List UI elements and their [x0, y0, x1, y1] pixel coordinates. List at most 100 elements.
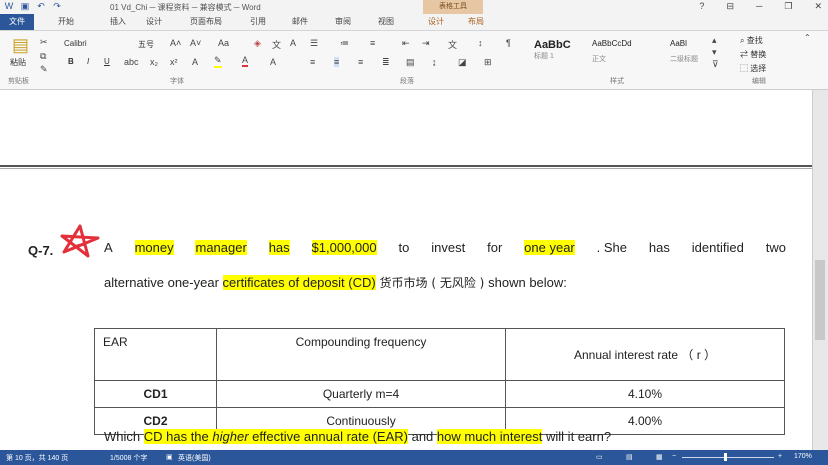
- copy-icon[interactable]: ⧉: [40, 51, 46, 62]
- phonetic-icon[interactable]: 文: [272, 38, 281, 51]
- find-button[interactable]: ⌕ 查找: [740, 35, 763, 46]
- char-border-icon[interactable]: A: [290, 38, 296, 48]
- shrink-font-icon[interactable]: A˅: [190, 38, 201, 48]
- q-word: . She: [596, 240, 628, 255]
- page-count[interactable]: 第 10 页，共 140 页: [6, 453, 68, 463]
- web-layout-icon[interactable]: ▦: [656, 453, 663, 461]
- tab-page-layout[interactable]: 页面布局: [190, 16, 222, 27]
- zoom-out-button[interactable]: −: [672, 453, 676, 460]
- subscript-icon[interactable]: x₂: [150, 57, 158, 67]
- document-page[interactable]: Q-7. A money manager has $1,000,000 to i…: [0, 170, 812, 450]
- char-shading-icon[interactable]: A: [270, 57, 276, 67]
- minimize-button[interactable]: ─: [756, 1, 762, 12]
- zoom-slider-track[interactable]: [682, 457, 774, 458]
- word-count[interactable]: 1/5008 个字: [110, 453, 147, 463]
- q3-text-highlighted: how much interest: [436, 429, 543, 444]
- bullets-icon[interactable]: ☰: [310, 38, 318, 49]
- save-icon[interactable]: ▣: [20, 1, 30, 11]
- question-line-3: Which CD has the higher effective annual…: [104, 429, 611, 444]
- bold-button[interactable]: B: [68, 57, 74, 66]
- clear-format-icon[interactable]: ◈: [254, 38, 261, 49]
- font-color-icon[interactable]: A: [242, 55, 249, 67]
- sort-icon[interactable]: ↕: [478, 38, 483, 48]
- chinese-layout-icon[interactable]: 文: [448, 38, 457, 51]
- style-heading2[interactable]: AaBl 二级标题: [670, 39, 710, 65]
- help-button[interactable]: ?: [699, 1, 704, 12]
- increase-indent-icon[interactable]: ⇥: [422, 38, 430, 49]
- tab-home[interactable]: 开始: [58, 16, 74, 27]
- decrease-indent-icon[interactable]: ⇤: [402, 38, 410, 49]
- close-button[interactable]: ✕: [814, 1, 822, 12]
- read-mode-icon[interactable]: ▭: [596, 453, 603, 461]
- q-word: identified: [691, 240, 744, 255]
- replace-button[interactable]: ⇄ 替换: [740, 49, 766, 60]
- find-icon: ⌕: [740, 36, 745, 45]
- zoom-in-button[interactable]: +: [778, 453, 782, 460]
- proofing-icon[interactable]: ▣: [166, 453, 173, 461]
- previous-page-area: [0, 90, 828, 166]
- undo-icon[interactable]: ↶: [36, 1, 46, 11]
- q-word: two: [765, 240, 786, 255]
- ribbon-display-button[interactable]: ⊟: [726, 1, 734, 12]
- grow-font-icon[interactable]: A˄: [170, 38, 181, 48]
- restore-button[interactable]: ❐: [784, 1, 792, 12]
- zoom-level[interactable]: 170%: [794, 453, 812, 460]
- font-name-select[interactable]: Calibri: [64, 39, 124, 48]
- table-tools-context-label: 表格工具: [423, 0, 483, 14]
- shading-icon[interactable]: ◪: [458, 57, 467, 68]
- numbering-icon[interactable]: ≔: [340, 38, 349, 49]
- strikethrough-icon[interactable]: abc: [124, 57, 139, 67]
- text-effects-icon[interactable]: A: [192, 57, 198, 67]
- distributed-icon[interactable]: ▤: [406, 57, 415, 68]
- q-word: to: [398, 240, 410, 255]
- tab-file[interactable]: 文件: [0, 14, 34, 30]
- tab-table-layout[interactable]: 布局: [468, 16, 484, 27]
- multilevel-list-icon[interactable]: ≡: [370, 38, 375, 48]
- tab-design[interactable]: 设计: [146, 16, 162, 27]
- print-layout-icon[interactable]: ▤: [626, 453, 633, 461]
- styles-scroll-down-icon[interactable]: ▾: [712, 47, 717, 58]
- zoom-slider-knob[interactable]: [724, 453, 727, 461]
- collapse-ribbon-icon[interactable]: ⌃: [804, 33, 811, 42]
- show-marks-icon[interactable]: ¶: [506, 38, 511, 48]
- superscript-icon[interactable]: x²: [170, 57, 178, 67]
- q-word-highlighted: $1,000,000: [311, 240, 377, 255]
- table-cell: CD1: [94, 380, 217, 408]
- styles-more-icon[interactable]: ⊽: [712, 59, 719, 70]
- highlight-color-icon[interactable]: ✎: [214, 55, 222, 68]
- style-heading1[interactable]: AaBbC 标题 1: [534, 39, 584, 65]
- tab-insert[interactable]: 插入: [110, 16, 126, 27]
- line-spacing-icon[interactable]: ↨: [432, 57, 437, 67]
- ribbon-tabs: 文件 开始 插入 设计 页面布局 引用 邮件 审阅 视图 设计 布局: [0, 14, 828, 31]
- tab-references[interactable]: 引用: [250, 16, 266, 27]
- italic-button[interactable]: I: [87, 57, 89, 66]
- tab-view[interactable]: 视图: [378, 16, 394, 27]
- underline-button[interactable]: U: [104, 57, 110, 66]
- select-icon: ⬚: [740, 64, 748, 73]
- align-right-icon[interactable]: ≡: [358, 57, 363, 67]
- change-case-icon[interactable]: Aa: [218, 38, 229, 48]
- redo-icon[interactable]: ↷: [52, 1, 62, 11]
- group-font-label: 字体: [170, 78, 184, 85]
- paste-icon[interactable]: ▤: [12, 35, 29, 56]
- align-center-icon[interactable]: ≡: [334, 57, 340, 67]
- select-button[interactable]: ⬚ 选择: [740, 63, 766, 74]
- cut-icon[interactable]: ✂: [40, 37, 48, 48]
- vertical-scroll-thumb[interactable]: [815, 260, 825, 340]
- paste-label[interactable]: 粘贴: [10, 57, 26, 68]
- borders-icon[interactable]: ⊞: [484, 57, 492, 68]
- font-size-select[interactable]: 五号: [138, 39, 154, 50]
- title-bar: W ▣ ↶ ↷ 01 Vd_Chi ─ 课程资料 ─ 兼容模式 ─ Word 表…: [0, 0, 828, 14]
- align-left-icon[interactable]: ≡: [310, 57, 315, 67]
- language-indicator[interactable]: 英语(美国): [178, 453, 211, 463]
- style-normal-preview: AaBbCcDd: [592, 39, 632, 48]
- tab-mailings[interactable]: 邮件: [292, 16, 308, 27]
- style-normal[interactable]: AaBbCcDd 正文: [592, 39, 652, 65]
- styles-scroll-up-icon[interactable]: ▴: [712, 35, 717, 46]
- replace-label: 替换: [750, 50, 767, 59]
- tab-review[interactable]: 审阅: [335, 16, 351, 27]
- q-word: for: [487, 240, 503, 255]
- justify-icon[interactable]: ≣: [382, 57, 390, 68]
- format-painter-icon[interactable]: ✎: [40, 64, 48, 75]
- tab-table-design[interactable]: 设计: [428, 16, 444, 27]
